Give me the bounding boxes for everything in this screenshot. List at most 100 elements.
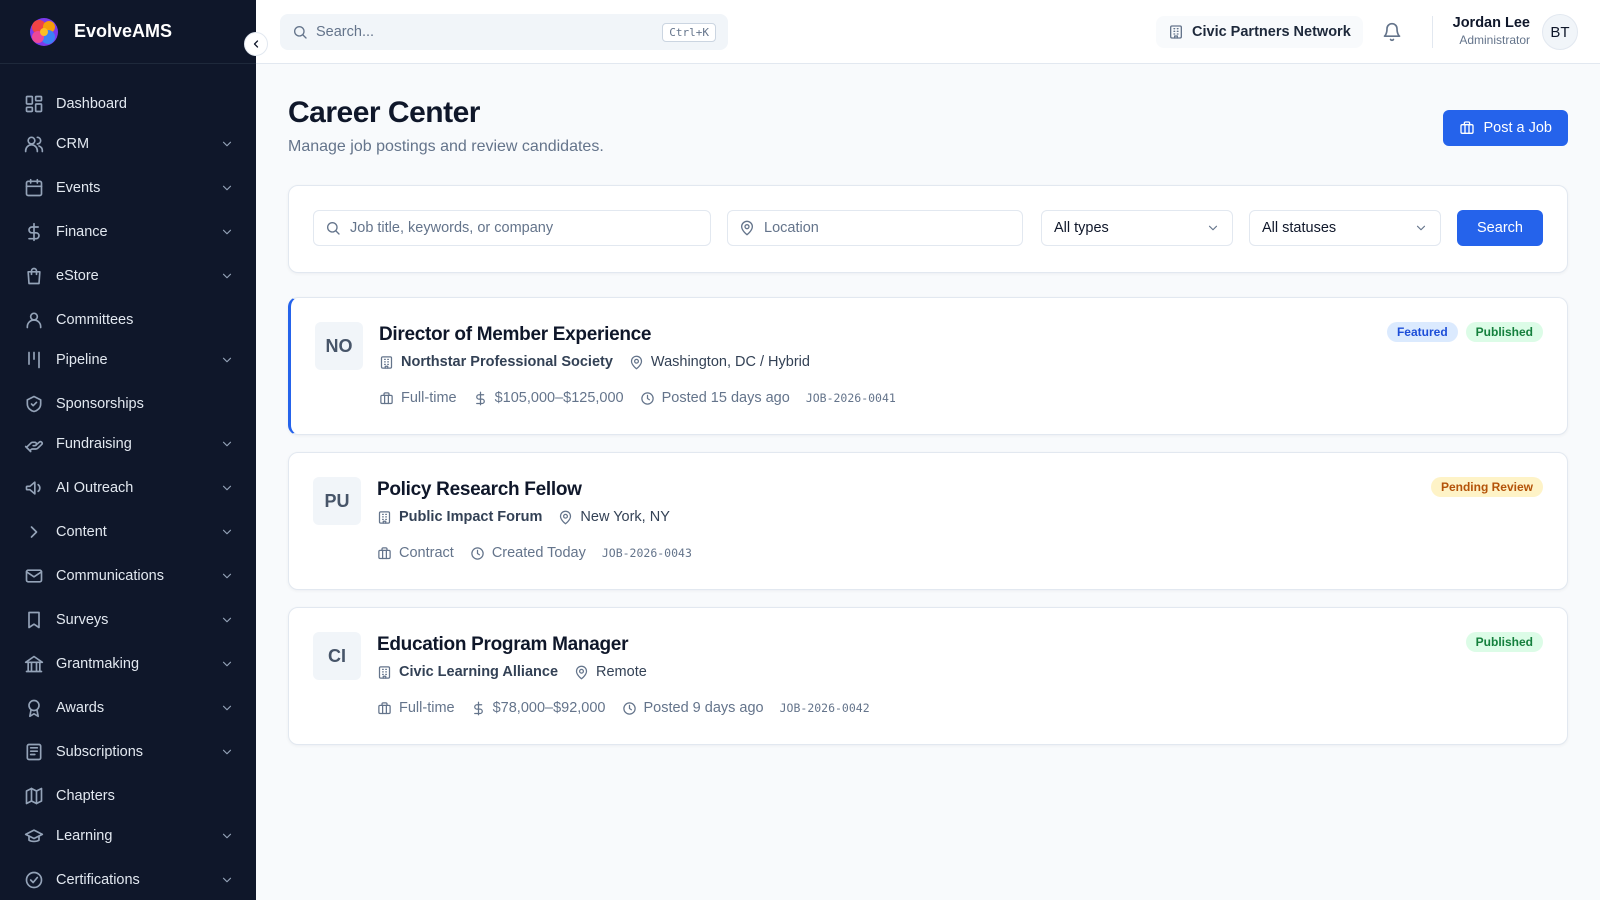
sidebar-item-dashboard[interactable]: Dashboard [14, 86, 242, 122]
sidebar-item-subscriptions[interactable]: Subscriptions [14, 734, 242, 770]
map-pin-icon [741, 220, 753, 236]
sidebar-item-pipeline[interactable]: Pipeline [14, 342, 242, 378]
organization-switcher[interactable]: Civic Partners Network [1156, 16, 1363, 48]
sidebar-item-label: Subscriptions [56, 744, 144, 760]
chevron-down-icon [222, 833, 232, 839]
job-title[interactable]: Director of Member Experience [379, 324, 651, 346]
chevron-down-icon [222, 485, 232, 491]
job-id: JOB-2026-0042 [779, 701, 870, 715]
status-badge: Pending Review [1430, 477, 1543, 497]
sidebar-item-certifications[interactable]: Certifications [14, 862, 242, 898]
page-subtitle: Manage job postings and review candidate… [288, 138, 604, 155]
bookmark-icon [28, 611, 40, 629]
chevron-down-icon [222, 573, 232, 579]
user-info[interactable]: Jordan Lee Administrator [1453, 14, 1530, 48]
organization-name: Northstar Professional Society [401, 354, 613, 370]
sidebar-collapse-button[interactable] [244, 32, 268, 56]
kanban-icon [28, 351, 40, 369]
search-button[interactable]: Search [1457, 210, 1543, 246]
job-organization: Civic Learning Alliance [377, 664, 558, 680]
job-title[interactable]: Policy Research Fellow [377, 479, 582, 501]
job-posted-label: Posted 9 days ago [643, 700, 764, 716]
search-icon [294, 26, 307, 39]
sidebar-item-crm[interactable]: CRM [14, 126, 242, 162]
sidebar-item-label: Events [56, 180, 101, 196]
chevron-down-icon [222, 877, 232, 883]
status-badge: Featured [1386, 322, 1458, 342]
job-type: Full-time [379, 390, 457, 406]
sidebar-item-content[interactable]: Content [14, 514, 242, 550]
sidebar-item-grantmaking[interactable]: Grantmaking [14, 646, 242, 682]
job-id: JOB-2026-0043 [601, 546, 692, 560]
dollar-icon [475, 391, 485, 405]
status-select[interactable]: All statuses [1249, 210, 1441, 246]
map-pin-icon [575, 665, 588, 679]
landmark-icon [24, 655, 44, 673]
type-select-value: All types [1054, 220, 1109, 236]
sidebar-item-awards[interactable]: Awards [14, 690, 242, 726]
building-icon [378, 665, 391, 679]
hand-heart-icon [24, 440, 43, 453]
job-card[interactable]: NO Director of Member Experience Northstar… [288, 297, 1568, 435]
dashboard-grid-icon [25, 95, 43, 113]
sidebar-item-label: Certifications [56, 872, 140, 888]
job-card[interactable]: CI Education Program Manager Civic Learnin… [288, 607, 1568, 745]
map-icon [25, 787, 43, 805]
sidebar-item-finance[interactable]: Finance [14, 214, 242, 250]
graduation-cap-icon [24, 829, 44, 843]
job-posted-label: Posted 15 days ago [661, 390, 790, 406]
status-badge: Published [1465, 632, 1543, 652]
job-location: Remote [574, 664, 647, 680]
sidebar-item-sponsorships[interactable]: Sponsorships [14, 386, 242, 422]
search-placeholder: Search... [316, 24, 375, 40]
job-posted: Created Today [470, 545, 586, 561]
sidebar-item-label: Learning [56, 828, 113, 844]
badge-group: Pending Review [1423, 477, 1543, 497]
location-label: Washington, DC / Hybrid [650, 354, 810, 370]
job-id: JOB-2026-0041 [805, 391, 896, 405]
location-input[interactable]: Location [727, 210, 1023, 246]
building-icon [380, 355, 393, 369]
chevron-down-icon [222, 661, 232, 667]
post-job-button[interactable]: Post a Job [1443, 110, 1568, 146]
avatar[interactable]: BT [1542, 14, 1578, 50]
sidebar-item-committees[interactable]: Committees [14, 302, 242, 338]
chevron-down-icon [1416, 225, 1426, 231]
megaphone-icon [25, 481, 41, 495]
chevron-down-icon [222, 749, 232, 755]
organization-name: Civic Learning Alliance [399, 664, 559, 680]
global-search-input[interactable]: Search... Ctrl+K [280, 14, 728, 50]
building-icon [378, 510, 391, 524]
brand-logo-icon [30, 17, 58, 46]
chevron-down-icon [222, 441, 232, 447]
sidebar-item-ai-outreach[interactable]: AI Outreach [14, 470, 242, 506]
chevron-down-icon [222, 617, 232, 623]
status-select-value: All statuses [1262, 220, 1337, 236]
calendar-icon [25, 178, 43, 197]
sidebar-item-learning[interactable]: Learning [14, 818, 242, 854]
user-name: Jordan Lee [1452, 15, 1530, 31]
job-type-label: Full-time [399, 700, 455, 716]
chevron-down-icon [222, 705, 232, 711]
job-posted: Posted 9 days ago [622, 700, 764, 716]
sidebar-item-communications[interactable]: Communications [14, 558, 242, 594]
sidebar-item-label: Committees [56, 312, 134, 328]
mail-icon [25, 569, 43, 583]
sidebar-item-fundraising[interactable]: Fundraising [14, 426, 242, 462]
sidebar-item-events[interactable]: Events [14, 170, 242, 206]
chevron-down-icon [222, 357, 232, 363]
chevron-left-icon [253, 40, 259, 48]
sidebar-item-surveys[interactable]: Surveys [14, 602, 242, 638]
job-card[interactable]: PU Policy Research Fellow Public Impact Fo… [288, 452, 1568, 590]
sidebar-item-chapters[interactable]: Chapters [14, 778, 242, 814]
sidebar-item-estore[interactable]: eStore [14, 258, 242, 294]
sidebar-item-label: Finance [56, 224, 108, 240]
keyword-search-input[interactable]: Job title, keywords, or company [313, 210, 711, 246]
type-select[interactable]: All types [1041, 210, 1233, 246]
job-organization: Public Impact Forum [377, 509, 542, 525]
brand[interactable]: EvolveAMS [0, 0, 256, 64]
user-role: Administrator [1459, 33, 1530, 47]
job-title[interactable]: Education Program Manager [377, 634, 628, 656]
job-location: Washington, DC / Hybrid [629, 354, 810, 370]
bell-icon[interactable] [1382, 22, 1402, 42]
